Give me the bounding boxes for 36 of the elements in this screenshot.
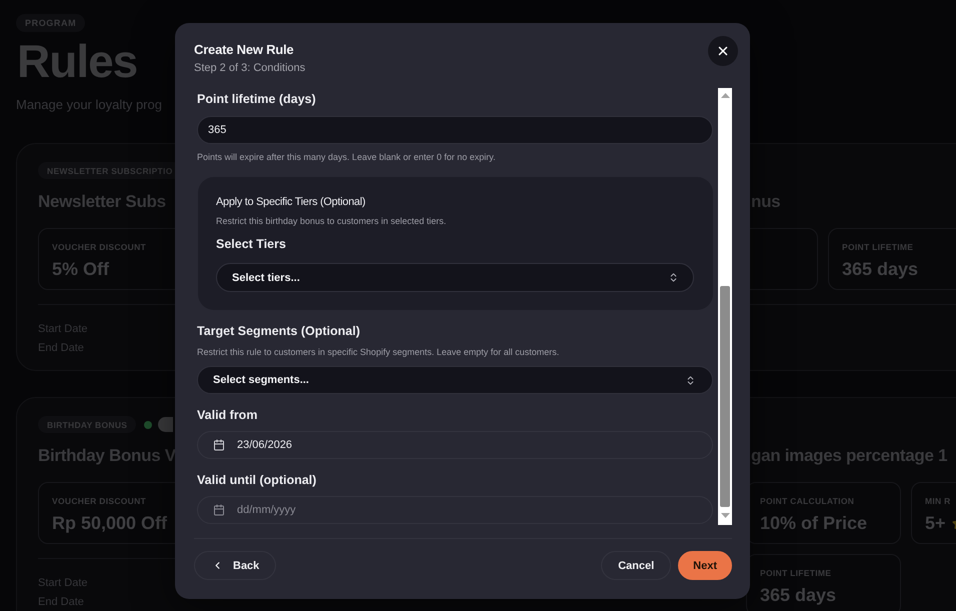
dialog-title: Create New Rule — [194, 41, 294, 59]
close-icon — [716, 44, 730, 58]
metric-value: 10% of Price — [760, 512, 868, 534]
date-field[interactable]: 23/06/2026 — [197, 431, 713, 459]
cancel-button[interactable]: Cancel — [601, 551, 672, 580]
metric-value: 365 days — [760, 584, 836, 606]
field-label: Target Segments (Optional) — [197, 323, 360, 339]
chevrons-up-down-icon — [685, 374, 696, 386]
scrollbar[interactable] — [718, 88, 732, 525]
back-button[interactable]: Back — [194, 551, 276, 580]
metric-value: 5+ — [925, 512, 946, 534]
metric-value: 5% Off — [52, 258, 110, 280]
panel-description: Restrict this birthday bonus to customers in selected tiers. — [216, 215, 446, 228]
number-input[interactable]: 365 — [197, 116, 713, 144]
panel-heading: Apply to Specific Tiers (Optional) — [216, 195, 366, 210]
calendar-icon — [213, 504, 225, 516]
field-label: Point lifetime (days) — [197, 91, 316, 107]
metric-value: 365 days — [842, 258, 918, 280]
close-button[interactable] — [708, 36, 738, 66]
next-button[interactable]: Next — [678, 551, 732, 580]
chevrons-up-down-icon — [668, 272, 679, 283]
tag-chip — [158, 417, 174, 432]
metric-value: Rp 50,000 Off — [52, 512, 168, 534]
tier-select[interactable]: Select tiers... — [216, 263, 694, 292]
field-label: Select Tiers — [216, 236, 286, 252]
dialog-step: Step 2 of 3: Conditions — [194, 61, 306, 75]
field-label: Valid until (optional) — [197, 472, 316, 488]
scroll-up-icon[interactable] — [720, 93, 730, 98]
field-hint: Restrict this rule to customers in specific Shopify segments. Leave empty for all customers. — [197, 346, 560, 359]
scroll-down-icon[interactable] — [720, 513, 730, 518]
scrollbar-thumb[interactable] — [720, 286, 730, 507]
field-hint: Points will expire after this many days. Leave blank or enter 0 for no expiry. — [197, 151, 496, 164]
field-label: Valid from — [197, 407, 258, 423]
calendar-icon — [213, 439, 225, 451]
segment-select[interactable]: Select segments... — [197, 366, 713, 394]
date-field[interactable]: dd/mm/yyyy — [197, 496, 713, 524]
